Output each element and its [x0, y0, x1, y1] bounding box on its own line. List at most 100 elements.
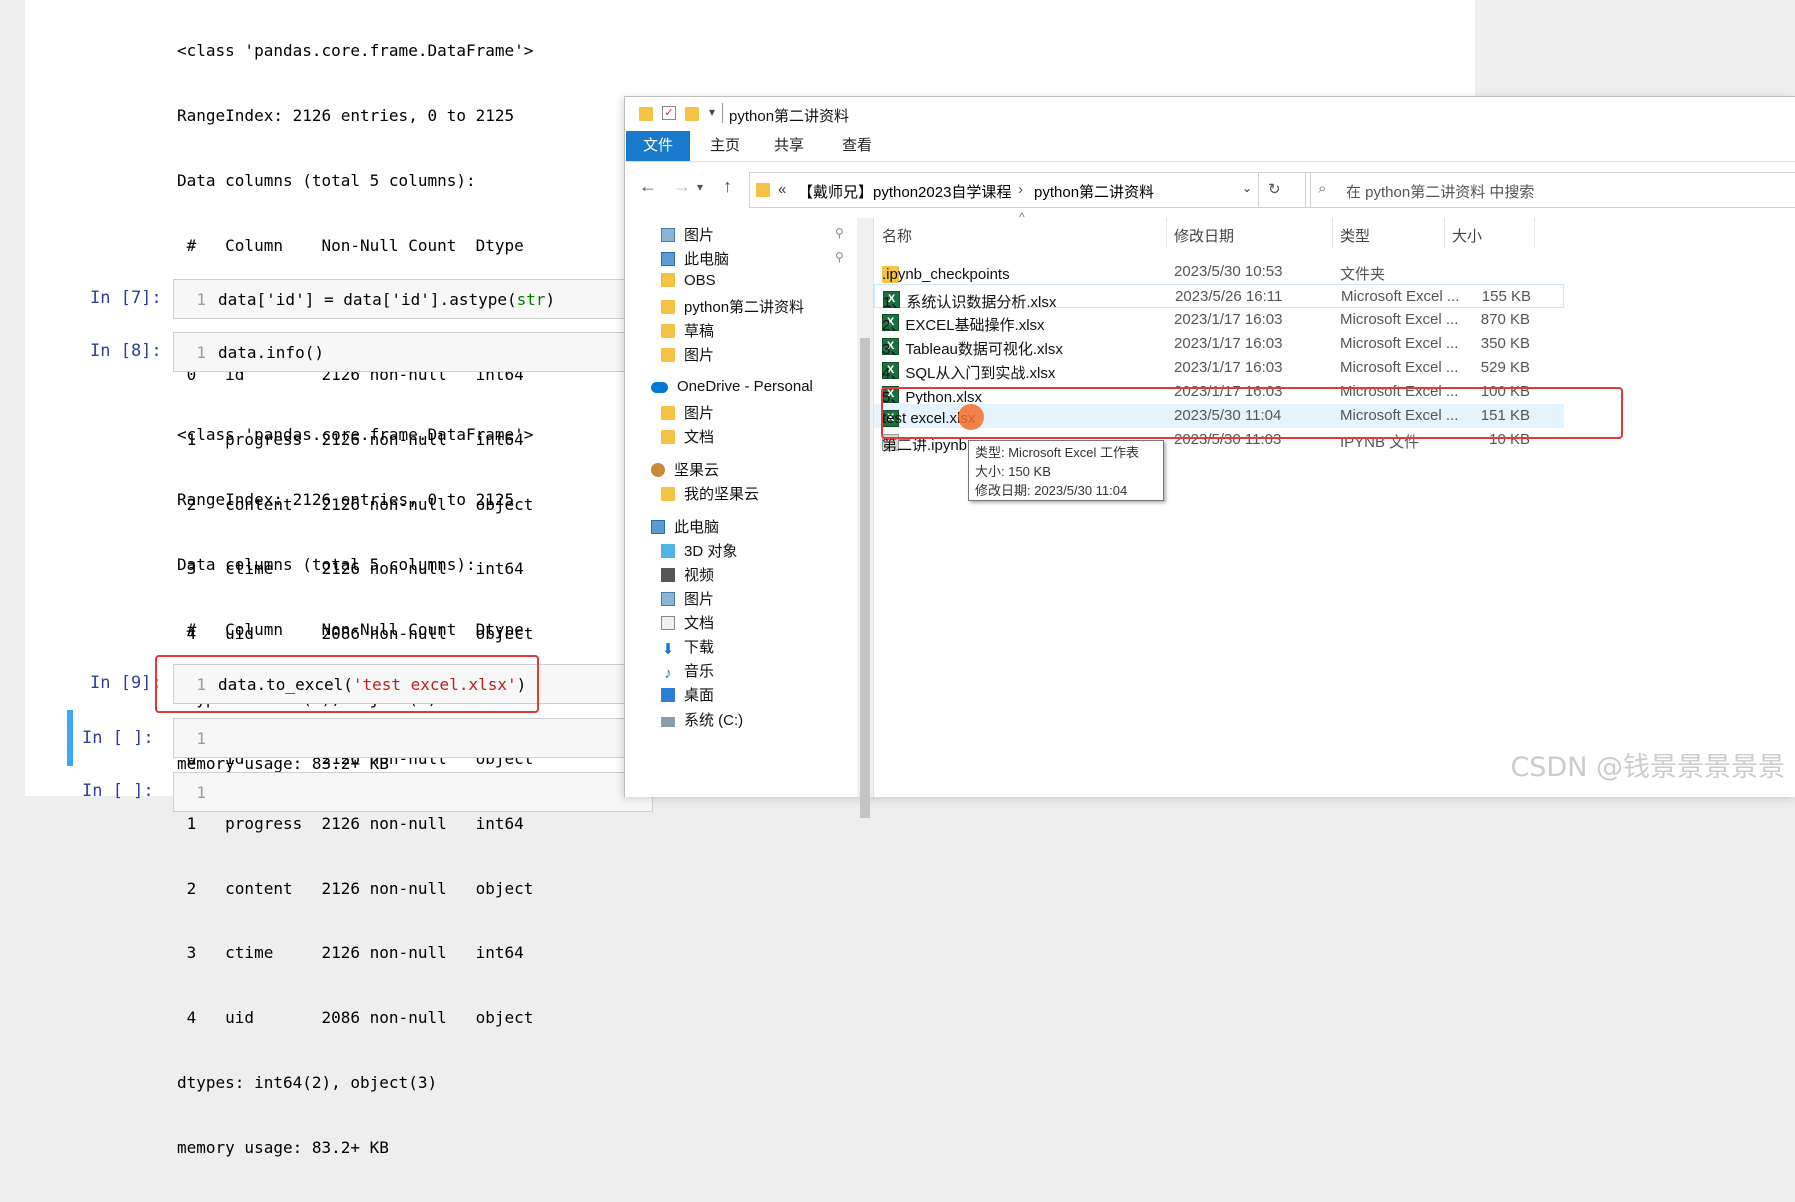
cell-prompt: In [9]:	[90, 673, 162, 693]
folder-icon	[661, 348, 675, 362]
search-icon: ⌕	[1318, 180, 1327, 197]
file-type: 文件夹	[1340, 266, 1386, 283]
nav-item-this-pc[interactable]: 此电脑	[661, 248, 729, 269]
nav-item-drafts[interactable]: 草稿	[661, 320, 714, 341]
cell-prompt: In [7]:	[90, 288, 162, 308]
line-number: 1	[196, 783, 206, 802]
empty-code-cell[interactable]: 1	[173, 718, 653, 758]
active-cell-indicator	[67, 710, 73, 766]
nav-item-onedrive[interactable]: OneDrive - Personal	[651, 378, 813, 395]
pin-icon[interactable]: ⚲	[835, 250, 844, 264]
file-date: 2023/1/17 16:03	[1174, 335, 1283, 352]
code-cell-8[interactable]: 1 data.info()	[173, 332, 653, 372]
file-row[interactable]: .ipynb_checkpoints 2023/5/30 10:53 文件夹	[874, 260, 1564, 284]
folder-icon	[661, 273, 675, 287]
window-title: python第二讲资料	[729, 108, 850, 125]
onedrive-icon	[651, 382, 668, 393]
music-icon: ♪	[664, 665, 672, 682]
file-type: Microsoft Excel ...	[1340, 311, 1459, 328]
forward-arrow-icon[interactable]: →	[673, 176, 691, 197]
folder-icon	[661, 487, 675, 501]
refresh-icon[interactable]: ↻	[1268, 180, 1281, 198]
navigation-pane: 图片 ⚲ 此电脑 ⚲ OBS python第二讲资料 草稿 图片 OneDriv…	[625, 218, 858, 797]
file-size: 350 KB	[1480, 335, 1530, 352]
nav-item-obs[interactable]: OBS	[661, 272, 716, 289]
nav-item-this-pc-2[interactable]: 此电脑	[651, 516, 719, 537]
highlight-box	[881, 387, 1623, 439]
nav-item-desktop[interactable]: 桌面	[661, 684, 714, 705]
tab-file[interactable]: 文件	[626, 131, 690, 161]
file-row[interactable]: X 2、EXCEL基础操作.xlsx 2023/1/17 16:03 Micros…	[874, 308, 1564, 334]
nav-item-nutstore[interactable]: 坚果云	[651, 459, 719, 480]
line-number: 1	[196, 729, 206, 748]
nav-item-music[interactable]: ♪ 音乐	[661, 660, 714, 681]
file-row[interactable]: X 1、系统认识数据分析.xlsx 2023/5/26 16:11 Microso…	[874, 284, 1564, 311]
code-cell-7[interactable]: 1 data['id'] = data['id'].astype(str)	[173, 279, 653, 319]
download-icon: ⬇	[661, 641, 675, 658]
address-dropdown-icon[interactable]: ⌄	[1242, 181, 1252, 195]
column-name[interactable]: 名称	[882, 225, 912, 246]
nav-item-onedrive-pictures[interactable]: 图片	[661, 402, 714, 423]
scrollbar-thumb[interactable]	[860, 338, 870, 818]
folder-icon	[756, 183, 770, 197]
file-date: 2023/1/17 16:03	[1174, 311, 1283, 328]
file-row[interactable]: X 3、Tableau数据可视化.xlsx 2023/1/17 16:03 Mic…	[874, 332, 1564, 358]
nav-item-downloads[interactable]: ⬇ 下载	[661, 636, 714, 657]
file-row[interactable]: X 4、SQL从入门到实战.xlsx 2023/1/17 16:03 Micros…	[874, 356, 1564, 382]
empty-code-cell[interactable]: 1	[173, 772, 653, 812]
folder-icon	[661, 324, 675, 338]
column-divider[interactable]	[1444, 218, 1445, 248]
nav-item-pictures[interactable]: 图片	[661, 224, 714, 245]
file-size: 155 KB	[1481, 288, 1531, 305]
nav-item-videos[interactable]: 视频	[661, 564, 714, 585]
column-date-modified[interactable]: 修改日期	[1174, 225, 1234, 246]
breadcrumb-separator-icon: ›	[1018, 181, 1023, 198]
search-input[interactable]: ⌕ 在 python第二讲资料 中搜索	[1305, 172, 1795, 208]
new-folder-icon[interactable]	[685, 107, 699, 121]
nav-item-system-drive[interactable]: 系统 (C:)	[661, 709, 743, 730]
nav-item-onedrive-documents[interactable]: 文档	[661, 426, 714, 447]
navigation-scrollbar[interactable]	[857, 218, 874, 818]
cell-code: data['id'] = data['id'].astype(str)	[218, 290, 556, 309]
file-date: 2023/5/26 16:11	[1175, 288, 1283, 305]
address-bar-row: ← → ▾ ↑ « 【戴师兄】python2023自学课程 › python第二…	[625, 162, 1795, 218]
nav-item-my-nutstore[interactable]: 我的坚果云	[661, 483, 759, 504]
column-divider[interactable]	[1332, 218, 1333, 248]
nav-item-documents[interactable]: 文档	[661, 612, 714, 633]
file-size: 870 KB	[1480, 311, 1530, 328]
column-divider[interactable]	[1534, 218, 1535, 248]
up-arrow-icon[interactable]: ↑	[723, 176, 732, 197]
breadcrumb-item[interactable]: python第二讲资料	[1034, 181, 1154, 202]
address-box[interactable]: « 【戴师兄】python2023自学课程 › python第二讲资料 › ⌄ …	[749, 172, 1311, 208]
file-name: .ipynb_checkpoints	[882, 266, 1010, 283]
folder-icon	[661, 430, 675, 444]
column-type[interactable]: 类型	[1340, 225, 1370, 246]
cell-prompt: In [8]:	[90, 341, 162, 361]
nav-item-pictures-3[interactable]: 图片	[661, 588, 714, 609]
title-bar: ✓ ▾ python第二讲资料	[625, 97, 1795, 131]
quick-access-dropdown-icon[interactable]: ▾	[709, 105, 715, 119]
column-divider[interactable]	[1166, 218, 1167, 248]
path-overflow[interactable]: «	[778, 181, 786, 198]
nav-item-3d-objects[interactable]: 3D 对象	[661, 540, 737, 561]
folder-icon	[661, 300, 675, 314]
column-size[interactable]: 大小	[1452, 225, 1482, 246]
nav-item-pictures-2[interactable]: 图片	[661, 344, 714, 365]
tab-home[interactable]: 主页	[693, 131, 757, 161]
file-date: 2023/5/30 10:53	[1174, 263, 1283, 280]
properties-icon[interactable]: ✓	[662, 106, 676, 120]
line-number: 1	[196, 343, 206, 362]
cell-code: data.info()	[218, 343, 324, 362]
pictures-icon	[661, 228, 675, 242]
tab-share[interactable]: 共享	[757, 131, 821, 161]
pin-icon[interactable]: ⚲	[835, 226, 844, 240]
back-arrow-icon[interactable]: ←	[639, 176, 657, 197]
recent-locations-chevron-icon[interactable]: ▾	[697, 180, 703, 194]
pc-icon	[661, 252, 675, 266]
file-size: 529 KB	[1480, 359, 1530, 376]
breadcrumb-item[interactable]: 【戴师兄】python2023自学课程	[798, 181, 1011, 202]
tab-view[interactable]: 查看	[825, 131, 889, 161]
folder-icon	[639, 107, 653, 121]
nav-item-python-lesson2[interactable]: python第二讲资料	[661, 296, 804, 317]
file-type: Microsoft Excel ...	[1340, 359, 1459, 376]
